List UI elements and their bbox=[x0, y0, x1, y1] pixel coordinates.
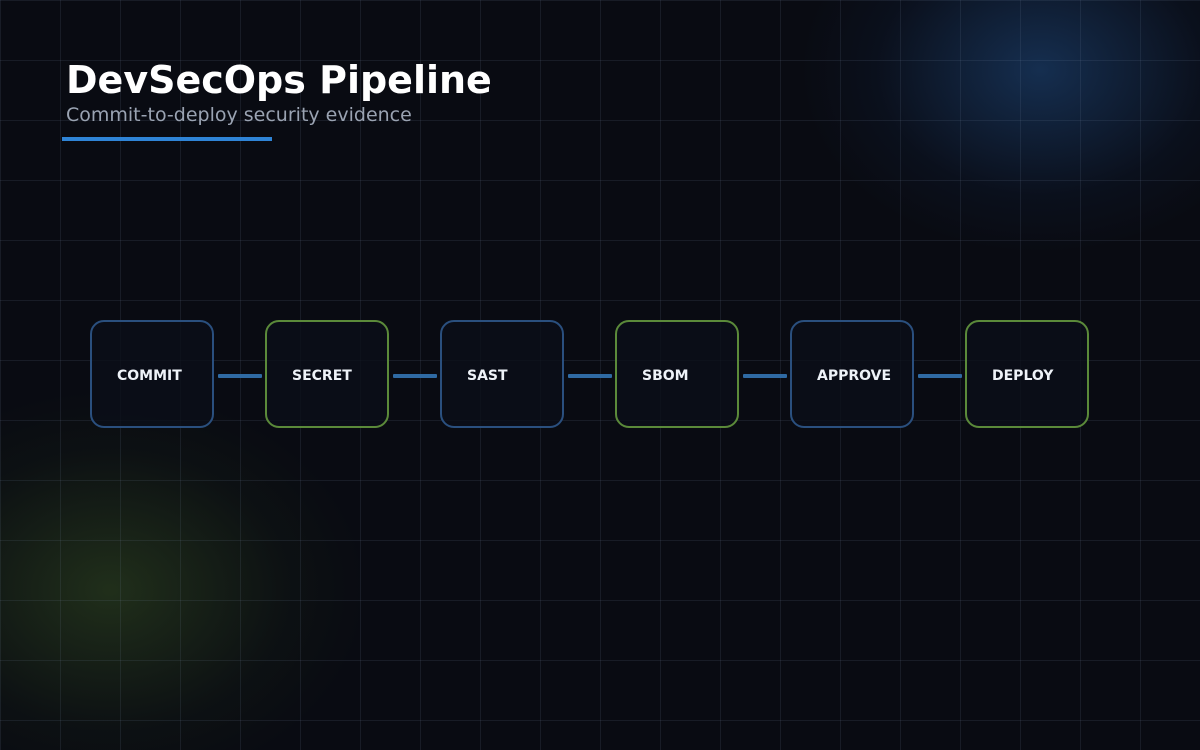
pipeline-flow: COMMIT SECRET SAST SBOM APPROVE DEPLOY bbox=[90, 320, 1092, 432]
connector-line bbox=[218, 374, 262, 378]
stage-commit: COMMIT bbox=[90, 320, 214, 428]
stage-approve: APPROVE bbox=[790, 320, 914, 428]
connector-line bbox=[393, 374, 437, 378]
stage-secret: SECRET bbox=[265, 320, 389, 428]
stage-label: APPROVE bbox=[817, 368, 892, 384]
stage-label: DEPLOY bbox=[992, 368, 1054, 384]
connector-line bbox=[743, 374, 787, 378]
diagram-canvas: DevSecOps Pipeline Commit-to-deploy secu… bbox=[0, 0, 1200, 750]
title-underline bbox=[62, 137, 272, 141]
stage-sbom: SBOM bbox=[615, 320, 739, 428]
page-subtitle: Commit-to-deploy security evidence bbox=[66, 104, 412, 126]
stage-label: SECRET bbox=[292, 368, 352, 384]
stage-deploy: DEPLOY bbox=[965, 320, 1089, 428]
connector-line bbox=[918, 374, 962, 378]
stage-sast: SAST bbox=[440, 320, 564, 428]
connector-line bbox=[568, 374, 612, 378]
page-title: DevSecOps Pipeline bbox=[66, 58, 492, 102]
stage-label: SAST bbox=[467, 368, 508, 384]
stage-label: COMMIT bbox=[117, 368, 182, 384]
stage-label: SBOM bbox=[642, 368, 689, 384]
